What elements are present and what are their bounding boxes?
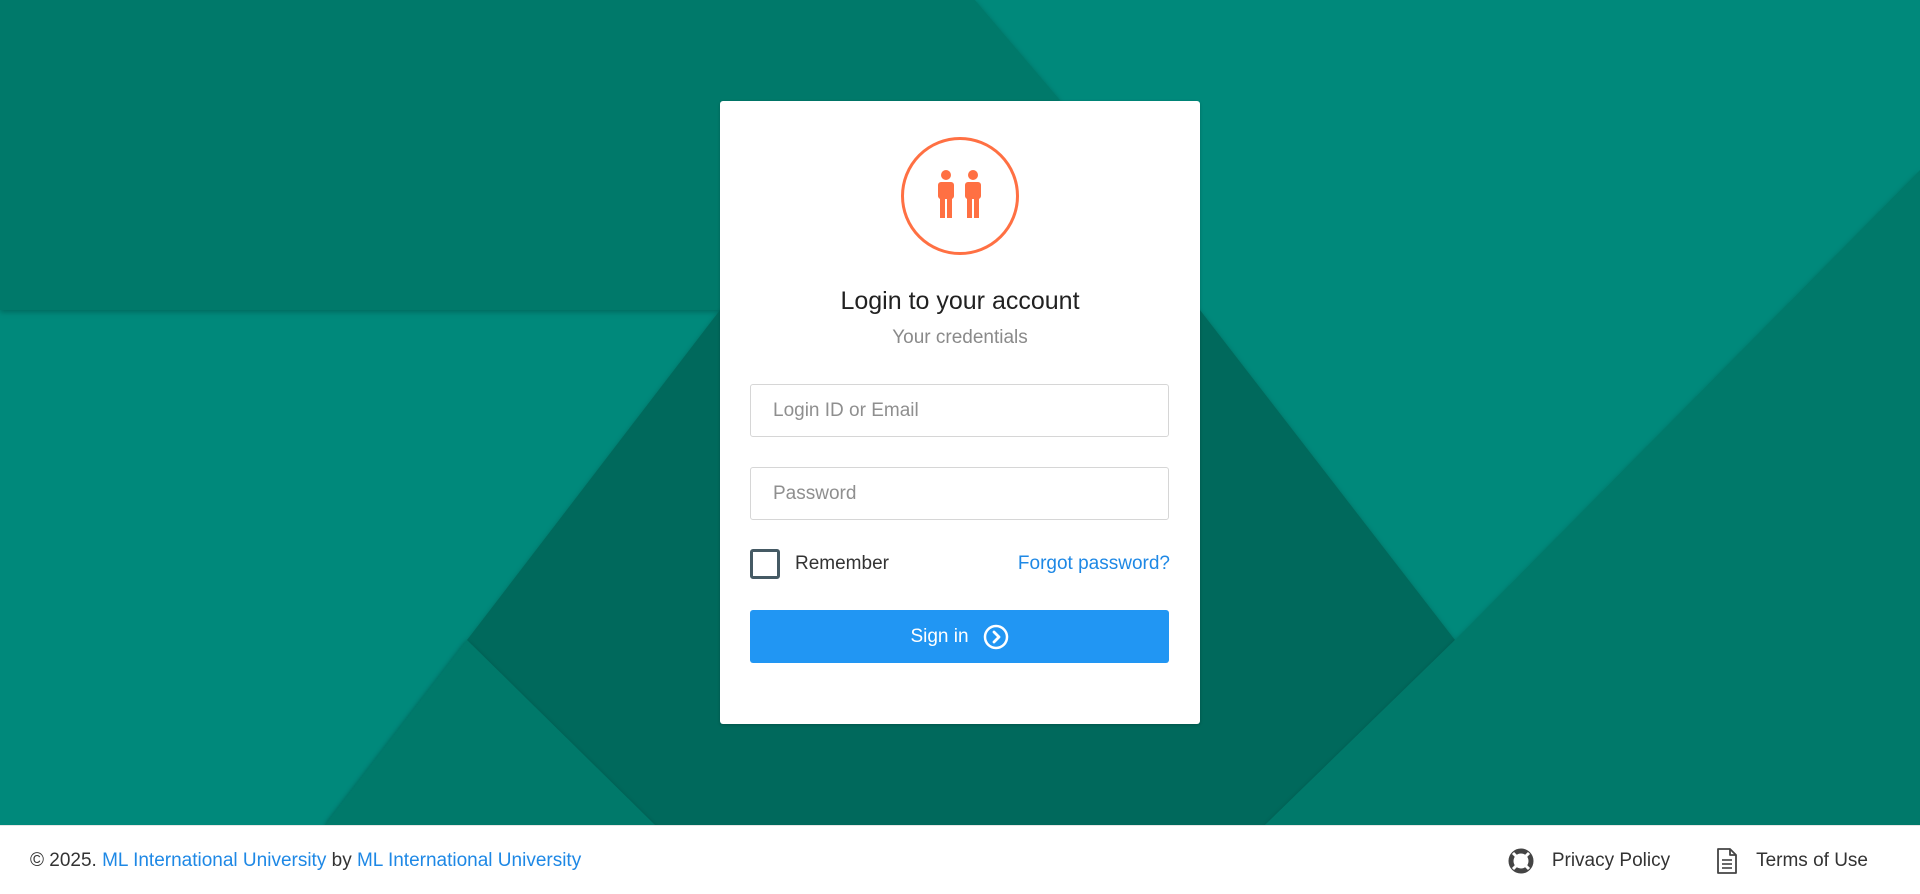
forgot-password-link[interactable]: Forgot password? [1018, 553, 1170, 575]
login-id-input[interactable] [750, 384, 1169, 437]
copyright-text: © 2025. [30, 850, 97, 871]
by-text: by [331, 850, 352, 871]
org-link[interactable]: ML International University [102, 850, 326, 871]
avatar [901, 137, 1019, 255]
copyright: © 2025. ML International University by M… [30, 850, 581, 872]
circle-arrow-right-icon [983, 624, 1009, 650]
users-icon [931, 169, 989, 224]
terms-of-use-link[interactable]: Terms of Use [1716, 848, 1868, 874]
footer: © 2025. ML International University by M… [0, 825, 1920, 894]
privacy-policy-label: Privacy Policy [1551, 850, 1671, 871]
page-title: Login to your account [840, 287, 1080, 315]
login-card: Login to your account Your credentials R… [720, 101, 1200, 724]
author-link[interactable]: ML International University [357, 850, 581, 871]
footer-links: Privacy Policy Terms of Use [1462, 848, 1868, 874]
remember-checkbox-row[interactable]: Remember [750, 549, 889, 579]
terms-of-use-label: Terms of Use [1756, 850, 1868, 871]
file-text-icon [1716, 848, 1738, 874]
sign-in-label: Sign in [910, 625, 969, 647]
remember-label: Remember [795, 553, 889, 574]
lifebuoy-icon [1508, 848, 1534, 874]
sign-in-button[interactable]: Sign in [750, 610, 1169, 663]
password-input[interactable] [750, 467, 1169, 520]
remember-checkbox[interactable] [750, 549, 780, 579]
page-subtitle: Your credentials [892, 327, 1028, 348]
privacy-policy-link[interactable]: Privacy Policy [1508, 848, 1670, 874]
